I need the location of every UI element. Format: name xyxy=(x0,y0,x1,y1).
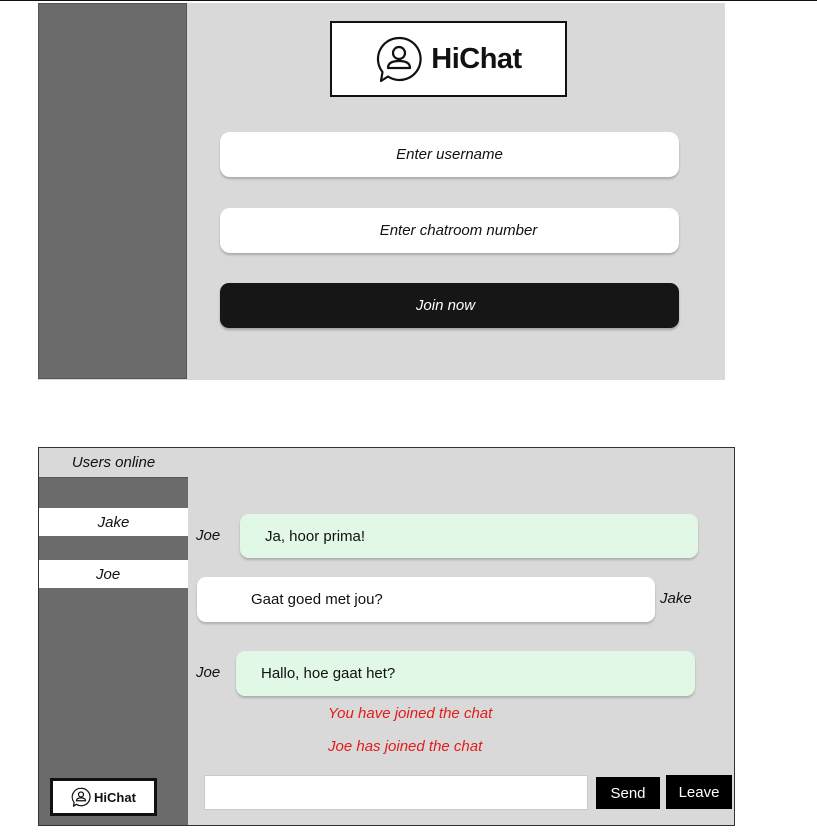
message-text: Ja, hoor prima! xyxy=(265,527,366,545)
user-item-jake[interactable]: Jake xyxy=(39,508,188,536)
message-bubble: Gaat goed met jou? xyxy=(197,577,655,622)
hichat-mini-logo: HiChat xyxy=(50,778,157,816)
login-sidebar xyxy=(38,3,187,379)
chat-screen: Users online Jake Joe HiChat Joe Ja, hoo… xyxy=(38,447,735,826)
username-input[interactable]: Enter username xyxy=(220,132,679,177)
top-divider xyxy=(0,0,817,1)
mini-logo-title: HiChat xyxy=(94,789,136,805)
users-sidebar: Users online Jake Joe HiChat xyxy=(39,448,188,825)
system-message: Joe has joined the chat xyxy=(328,738,483,755)
message-text: Gaat goed met jou? xyxy=(251,591,383,608)
logo-title: HiChat xyxy=(431,42,522,75)
system-message: You have joined the chat xyxy=(328,705,493,722)
users-online-header: Users online xyxy=(39,448,188,478)
message-sender: Joe xyxy=(196,527,221,544)
chatroom-placeholder: Enter chatroom number xyxy=(379,222,538,239)
message-bubble: Hallo, hoe gaat het? xyxy=(236,651,695,696)
message-sender: Joe xyxy=(196,664,221,681)
chat-user-icon xyxy=(377,36,422,83)
send-button[interactable]: Send xyxy=(596,777,660,809)
leave-button[interactable]: Leave xyxy=(666,775,732,809)
login-screen: HiChat Enter username Enter chatroom num… xyxy=(38,3,725,380)
user-item-joe[interactable]: Joe xyxy=(39,560,188,588)
hichat-logo: HiChat xyxy=(330,21,567,97)
chatroom-input[interactable]: Enter chatroom number xyxy=(220,208,679,253)
chat-user-icon xyxy=(71,787,91,807)
message-text: Hallo, hoe gaat het? xyxy=(261,665,396,682)
join-button-label: Join now xyxy=(415,297,476,314)
message-bubble: Ja, hoor prima! xyxy=(240,514,698,558)
message-sender: Jake xyxy=(660,590,692,607)
username-placeholder: Enter username xyxy=(396,146,503,163)
message-input[interactable] xyxy=(204,775,588,810)
join-button[interactable]: Join now xyxy=(220,283,679,328)
